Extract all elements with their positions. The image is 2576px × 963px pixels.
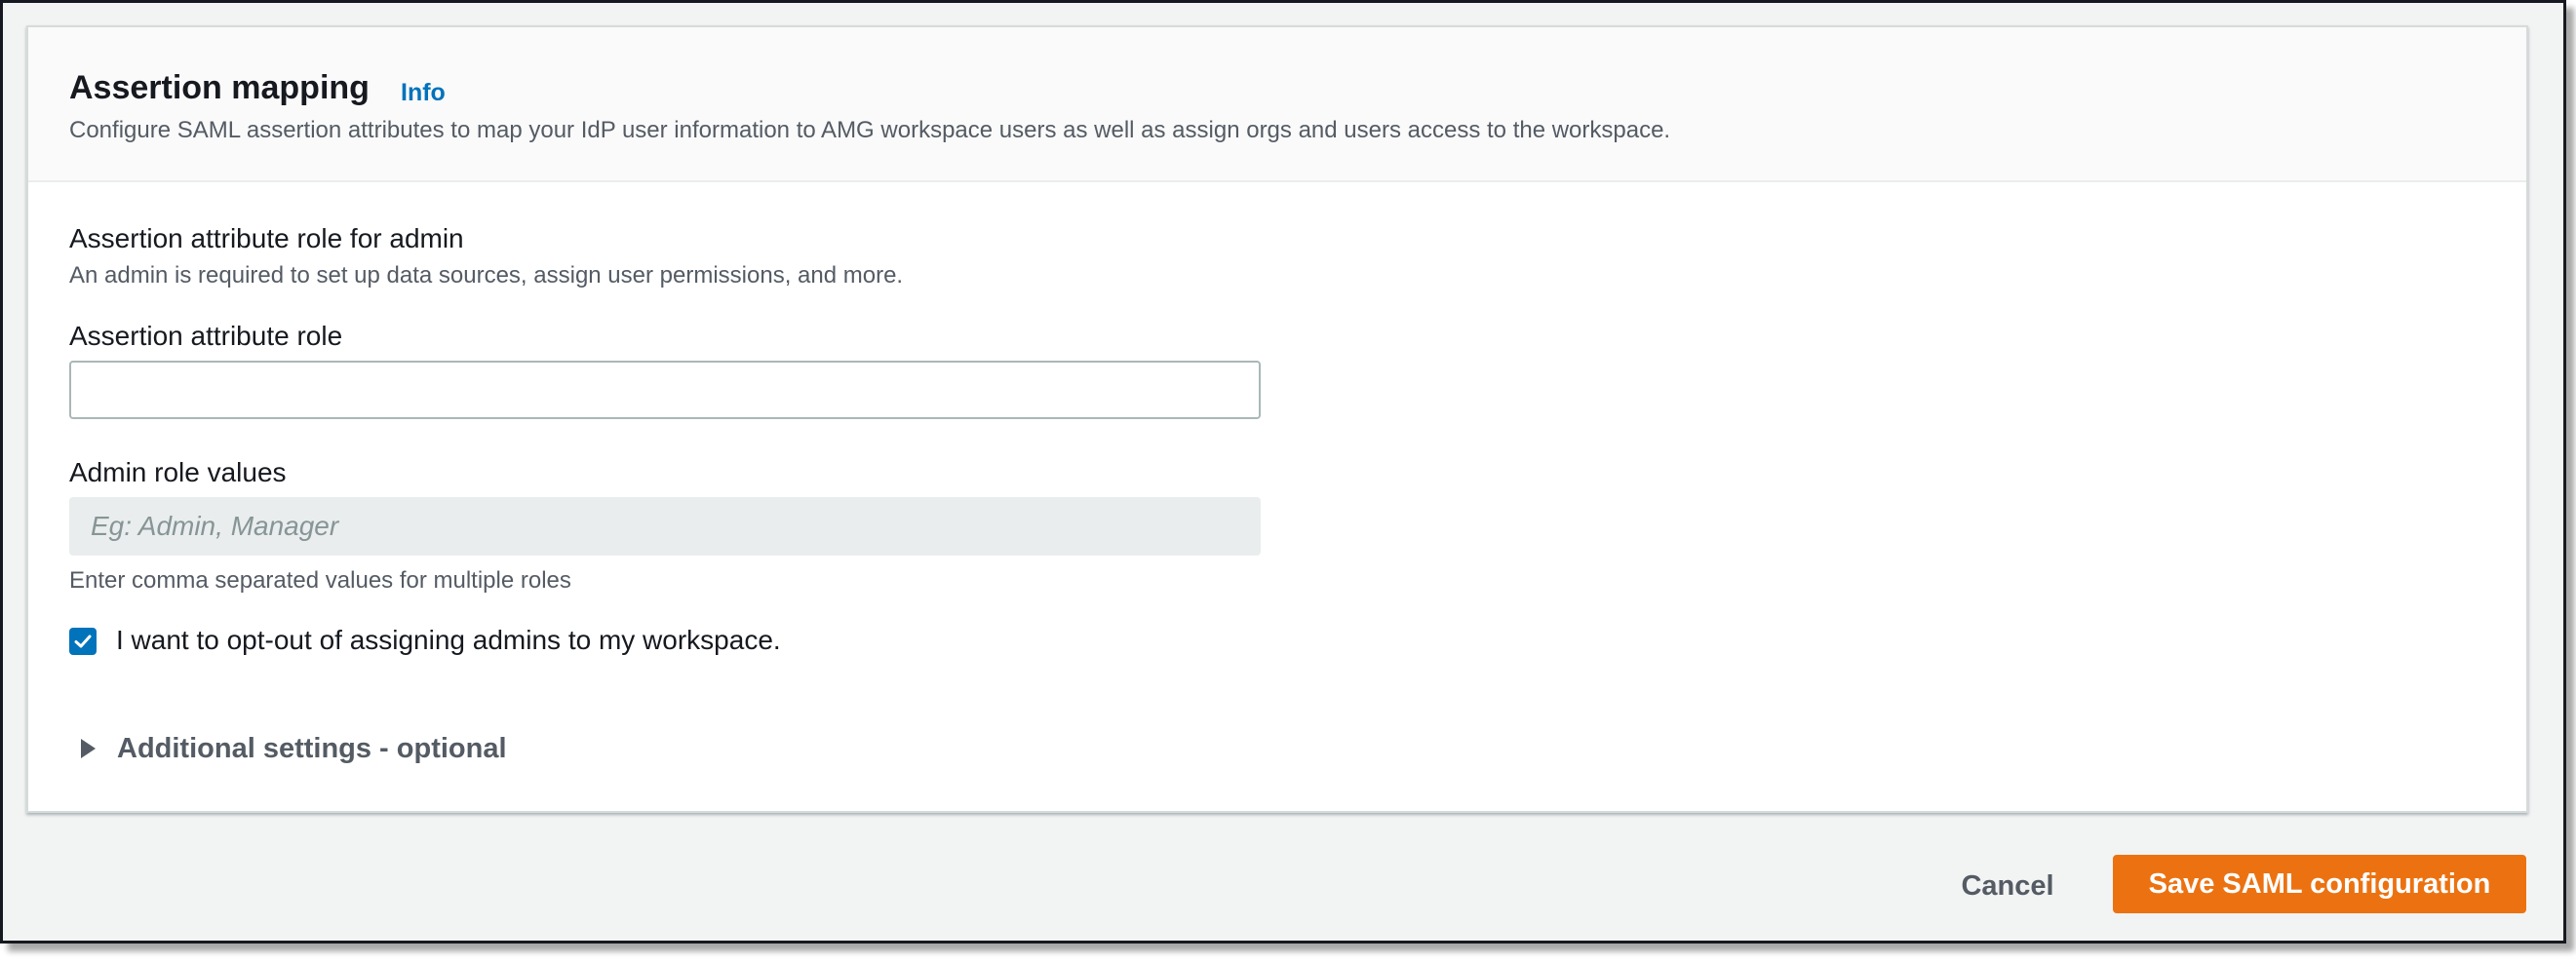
admin-section-title: Assertion attribute role for admin — [69, 223, 464, 253]
info-link[interactable]: Info — [401, 78, 446, 107]
caret-right-icon — [81, 739, 96, 758]
additional-settings-expander[interactable]: Additional settings - optional — [81, 731, 507, 766]
additional-settings-label: Additional settings - optional — [117, 733, 507, 764]
check-icon — [74, 635, 92, 648]
opt-out-label[interactable]: I want to opt-out of assigning admins to… — [116, 624, 781, 657]
cancel-button[interactable]: Cancel — [1933, 859, 2082, 913]
admin-section-description: An admin is required to set up data sour… — [69, 262, 904, 289]
assertion-mapping-panel: Assertion mapping Info Configure SAML as… — [26, 25, 2528, 813]
opt-out-checkbox[interactable] — [69, 628, 97, 655]
admin-role-values-input[interactable] — [69, 497, 1261, 556]
screenshot-frame: Assertion mapping Info Configure SAML as… — [0, 0, 2566, 944]
panel-header: Assertion mapping Info Configure SAML as… — [28, 27, 2526, 182]
assertion-role-input[interactable] — [69, 361, 1261, 419]
panel-description: Configure SAML assertion attributes to m… — [69, 117, 1671, 143]
admin-role-values-hint: Enter comma separated values for multipl… — [69, 567, 571, 594]
assertion-role-label: Assertion attribute role — [69, 321, 343, 351]
panel-title: Assertion mapping — [69, 69, 370, 106]
save-saml-configuration-button[interactable]: Save SAML configuration — [2113, 855, 2526, 913]
admin-role-values-label: Admin role values — [69, 457, 287, 487]
